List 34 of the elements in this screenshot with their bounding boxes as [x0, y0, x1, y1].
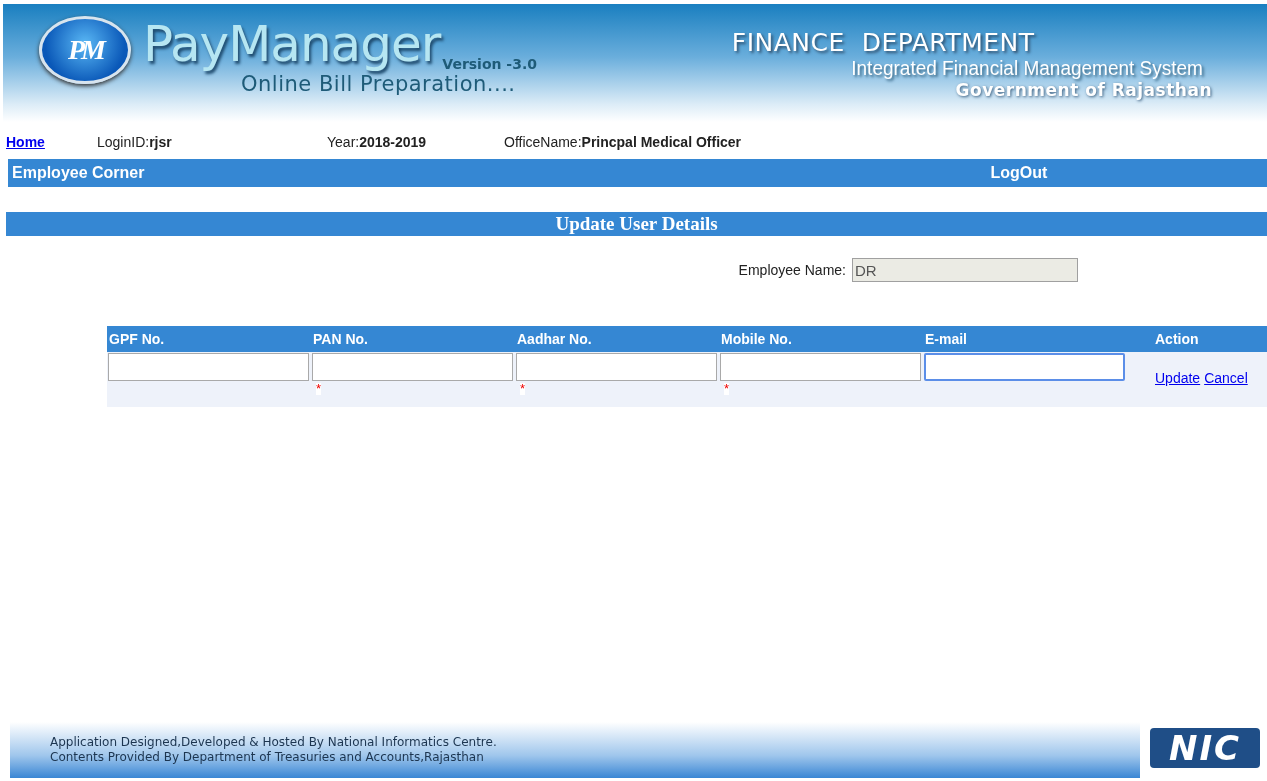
action-link[interactable]: Cancel: [1204, 370, 1248, 388]
logo-icon: PM: [39, 16, 131, 84]
action-link[interactable]: Update: [1155, 370, 1201, 388]
footer-text: Application Designed,Developed & Hosted By National Informatics Centre.: [50, 735, 498, 750]
required-mark: *: [724, 383, 730, 395]
home-link[interactable]: Home: [6, 134, 97, 150]
input-field[interactable]: [108, 353, 309, 381]
required-mark: *: [520, 383, 526, 395]
section-title: Update User Details: [6, 212, 1267, 236]
version-label: Version -3.0: [442, 56, 537, 72]
year: Year:2018-2019: [327, 134, 428, 150]
app-name: PayManager: [143, 16, 441, 72]
input-field[interactable]: [312, 353, 513, 381]
employee-corner-link[interactable]: Employee Corner: [8, 164, 145, 182]
column-header: PAN No.: [312, 331, 369, 347]
nic-logo-icon: NIC: [1150, 728, 1260, 768]
footer-text: Contents Provided By Department of Treasuries and Accounts,Rajasthan: [50, 750, 485, 765]
column-header: Action: [1154, 331, 1200, 347]
column-header: Mobile No.: [720, 331, 793, 347]
employee-name-label: Employee Name:: [738, 262, 846, 278]
tagline: Online Bill Preparation....: [241, 72, 517, 96]
input-field[interactable]: [720, 353, 921, 381]
column-header: Aadhar No.: [516, 331, 593, 347]
office-name: OfficeName:Princpal Medical Officer: [504, 134, 742, 150]
login-id: LoginID:rjsr: [97, 134, 173, 150]
column-header: GPF No.: [108, 331, 166, 347]
input-field[interactable]: [516, 353, 717, 381]
government-name: Government of Rajasthan: [955, 80, 1212, 100]
column-header: E-mail: [924, 331, 968, 347]
system-name: Integrated Financial Management System: [851, 57, 1203, 80]
input-field[interactable]: [924, 353, 1125, 381]
department-title: FINANCE DEPARTMENT: [731, 28, 1035, 57]
required-mark: *: [316, 383, 322, 395]
logout-link[interactable]: LogOut: [986, 164, 1048, 182]
